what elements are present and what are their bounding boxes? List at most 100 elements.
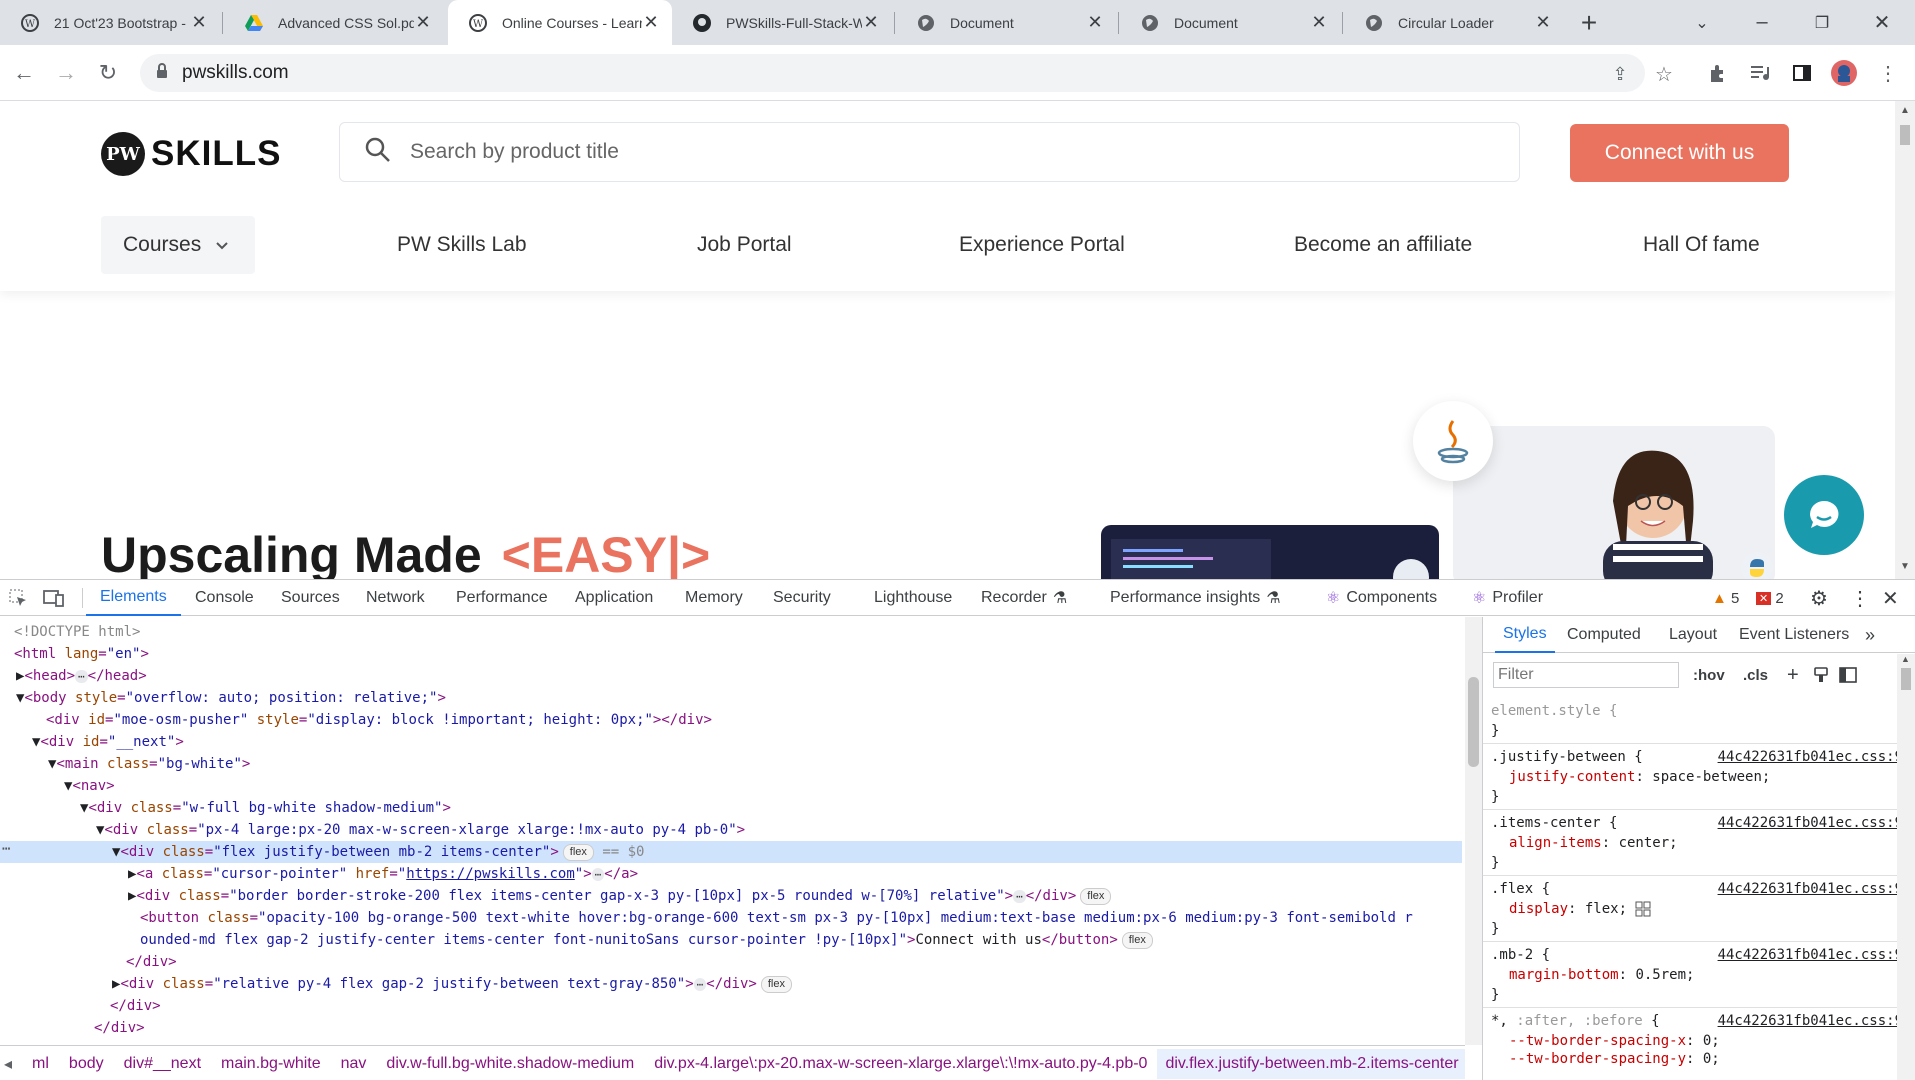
dom-line[interactable]: <button class="opacity-100 bg-orange-500… (0, 907, 1462, 929)
rule-declaration[interactable]: display: flex; (1491, 899, 1911, 919)
close-icon[interactable]: ✕ (1534, 12, 1552, 33)
device-toolbar-icon[interactable] (42, 580, 66, 616)
dom-line[interactable]: <html lang="en"> (0, 643, 1462, 665)
dom-line[interactable]: ▶<div class="relative py-4 flex gap-2 ju… (0, 973, 1462, 995)
breadcrumb-item[interactable]: main.bg-white (221, 1055, 321, 1073)
dom-line[interactable]: <div id="moe-osm-pusher" style="display:… (0, 709, 1462, 731)
lock-icon[interactable] (156, 62, 168, 84)
chat-support-button[interactable] (1784, 475, 1864, 555)
dom-line[interactable]: ▼<div class="px-4 large:px-20 max-w-scre… (0, 819, 1462, 841)
rule-selector[interactable]: .mb-2 {44c422631fb041ec.css:9 (1491, 945, 1911, 965)
forward-button[interactable]: → (48, 55, 84, 91)
dom-line[interactable]: ▼<div class="w-full bg-white shadow-medi… (0, 797, 1462, 819)
close-icon[interactable]: ✕ (1086, 12, 1104, 33)
tab-computed[interactable]: Computed (1567, 617, 1641, 653)
browser-tab-active[interactable]: W Online Courses - Learn ✕ (448, 0, 672, 45)
rule-declaration[interactable]: align-items: center; (1491, 833, 1911, 853)
chrome-menu-icon[interactable]: ⋮ (1870, 55, 1906, 91)
dom-line[interactable]: ounded-md flex gap-2 justify-center item… (0, 929, 1462, 951)
tab-application[interactable]: Application (575, 580, 653, 616)
rule-declaration[interactable]: --tw-border-spacing-y: 0; (1491, 1049, 1911, 1069)
browser-tab[interactable]: Document ✕ (896, 0, 1116, 45)
browser-tab[interactable]: W 21 Oct'23 Bootstrap - ✕ (0, 0, 220, 45)
nav-courses-dropdown[interactable]: Courses (101, 216, 255, 274)
new-tab-button[interactable]: + (1571, 0, 1607, 45)
dom-line[interactable]: ▶<div class="border border-stroke-200 fl… (0, 885, 1462, 907)
breadcrumb-item[interactable]: div#__next (124, 1055, 201, 1073)
close-icon[interactable]: ✕ (190, 12, 208, 33)
tab-styles[interactable]: Styles (1495, 617, 1555, 653)
rule-declaration[interactable]: margin-bottom: 0.5rem; (1491, 965, 1911, 985)
dom-line[interactable]: ▼<div id="__next"> (0, 731, 1462, 753)
dom-line[interactable]: ▶<head> ⋯ </head> (0, 665, 1462, 687)
browser-tab[interactable]: PWSkills-Full-Stack-We ✕ (672, 0, 892, 45)
window-close-button[interactable]: ✕ (1852, 0, 1912, 45)
back-button[interactable]: ← (6, 55, 42, 91)
dom-line[interactable]: ▶<a class="cursor-pointer" href="https:/… (0, 863, 1462, 885)
extensions-puzzle-icon[interactable] (1700, 55, 1736, 91)
rule-source-link[interactable]: 44c422631fb041ec.css:9 (1718, 747, 1903, 767)
nav-job-portal[interactable]: Job Portal (697, 216, 792, 274)
tab-console[interactable]: Console (195, 580, 254, 616)
class-toggle[interactable]: .cls (1743, 662, 1768, 688)
breadcrumb-item[interactable]: div.px-4.large\:px-20.max-w-screen-xlarg… (654, 1055, 1147, 1073)
profile-avatar[interactable] (1826, 55, 1862, 91)
tab-lighthouse[interactable]: Lighthouse (874, 580, 952, 616)
tab-layout[interactable]: Layout (1669, 617, 1717, 653)
connect-with-us-button[interactable]: Connect with us (1570, 124, 1789, 182)
breadcrumb-item-current[interactable]: div.flex.justify-between.mb-2.items-cent… (1157, 1048, 1465, 1079)
rule-source-link[interactable]: 44c422631fb041ec.css:9 (1718, 945, 1903, 965)
tab-elements[interactable]: Elements (86, 580, 181, 616)
breadcrumb-left-arrow[interactable]: ◂ (4, 1054, 12, 1074)
minimize-button[interactable]: – (1732, 0, 1792, 45)
more-dots-icon[interactable]: ⋯ (2, 841, 10, 857)
dom-line[interactable]: ▼<body style="overflow: auto; position: … (0, 687, 1462, 709)
errors-counter[interactable]: ✕ 2 (1756, 580, 1784, 616)
tab-components[interactable]: ⚛ Components (1326, 580, 1437, 616)
site-logo[interactable]: PW SKILLS (101, 132, 281, 176)
close-devtools-icon[interactable]: ✕ (1882, 580, 1899, 616)
nav-hall-of-fame[interactable]: Hall Of fame (1643, 216, 1760, 274)
close-icon[interactable]: ✕ (862, 12, 880, 33)
search-input[interactable] (410, 140, 1310, 164)
rule-declaration[interactable]: --tw-border-spacing-x: 0; (1491, 1031, 1911, 1051)
rule-selector[interactable]: .justify-between {44c422631fb041ec.css:9 (1491, 747, 1911, 767)
dom-line[interactable]: </div> (0, 1017, 1462, 1039)
flexbox-editor-icon[interactable] (1635, 901, 1651, 917)
rule-source-link[interactable]: 44c422631fb041ec.css:9 (1718, 879, 1903, 899)
address-bar[interactable]: pwskills.com (140, 54, 1645, 92)
close-icon[interactable]: ✕ (642, 12, 660, 33)
hover-state-toggle[interactable]: :hov (1693, 662, 1725, 688)
media-queue-icon[interactable] (1742, 55, 1778, 91)
tab-profiler[interactable]: ⚛ Profiler (1472, 580, 1543, 616)
breadcrumb-item[interactable]: ml (32, 1055, 49, 1073)
breadcrumb-item[interactable]: nav (341, 1055, 367, 1073)
inspect-element-icon[interactable] (8, 580, 28, 616)
tab-search-chevron-icon[interactable]: ⌄ (1672, 0, 1732, 45)
styles-filter-input[interactable]: Filter (1493, 662, 1679, 688)
tab-network[interactable]: Network (366, 580, 425, 616)
dom-line-selected[interactable]: ▼<div class="flex justify-between mb-2 i… (0, 841, 1462, 863)
nav-become-affiliate[interactable]: Become an affiliate (1294, 216, 1472, 274)
breadcrumb-item[interactable]: body (69, 1055, 104, 1073)
close-icon[interactable]: ✕ (1310, 12, 1328, 33)
page-scrollbar[interactable]: ▲ ▼ (1895, 101, 1915, 579)
rule-source-link[interactable]: 44c422631fb041ec.css:9 (1718, 1011, 1903, 1031)
share-icon[interactable]: ⇪ (1602, 56, 1638, 92)
dom-line[interactable]: ▼<nav> (0, 775, 1462, 797)
bookmark-star-icon[interactable]: ☆ (1646, 56, 1682, 92)
rule-declaration[interactable]: justify-content: space-between; (1491, 767, 1911, 787)
nav-pw-skills-lab[interactable]: PW Skills Lab (397, 216, 527, 274)
dom-line[interactable]: </div> (0, 995, 1462, 1017)
search-box[interactable] (339, 122, 1520, 182)
browser-tab[interactable]: Circular Loader ✕ (1344, 0, 1564, 45)
tab-memory[interactable]: Memory (685, 580, 743, 616)
more-options-icon[interactable]: ⋮ (1850, 580, 1870, 616)
rule-element-style[interactable]: element.style { (1491, 701, 1911, 721)
elements-dom-tree[interactable]: <!DOCTYPE html> <html lang="en"> ▶<head>… (0, 617, 1465, 1045)
tab-event-listeners[interactable]: Event Listeners (1739, 617, 1849, 653)
tab-recorder[interactable]: Recorder ⚗ (981, 580, 1067, 616)
tab-sources[interactable]: Sources (281, 580, 340, 616)
dom-line[interactable]: </div> (0, 951, 1462, 973)
styles-scrollbar[interactable]: ▲ (1897, 654, 1915, 1080)
